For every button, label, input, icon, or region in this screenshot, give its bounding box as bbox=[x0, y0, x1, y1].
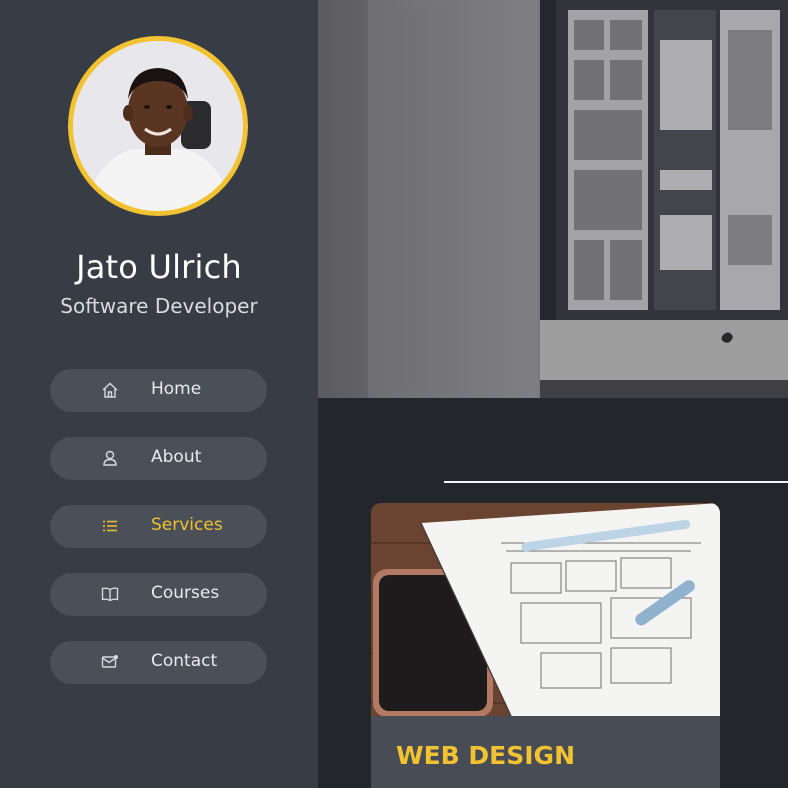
sidebar: Jato Ulrich Software Developer Home Abou… bbox=[0, 0, 318, 788]
main-nav: Home About Services Courses Contact bbox=[50, 369, 267, 709]
home-icon bbox=[101, 381, 119, 399]
nav-item-courses[interactable]: Courses bbox=[50, 573, 267, 616]
nav-item-home[interactable]: Home bbox=[50, 369, 267, 412]
nav-label-contact: Contact bbox=[151, 651, 218, 671]
service-card-title: WEB DESIGN bbox=[396, 741, 575, 770]
profile-role: Software Developer bbox=[60, 294, 258, 318]
nav-item-services[interactable]: Services bbox=[50, 505, 267, 548]
hero-image bbox=[318, 0, 788, 398]
section-divider bbox=[444, 481, 788, 483]
book-icon bbox=[101, 585, 119, 603]
avatar bbox=[73, 41, 243, 211]
service-card-image bbox=[371, 503, 720, 716]
avatar-frame bbox=[68, 36, 248, 216]
profile-name: Jato Ulrich bbox=[76, 248, 242, 286]
nav-label-courses: Courses bbox=[151, 583, 220, 603]
nav-label-about: About bbox=[151, 447, 202, 467]
list-icon bbox=[101, 517, 119, 535]
service-card-web-design[interactable]: WEB DESIGN bbox=[371, 503, 720, 788]
nav-label-services: Services bbox=[151, 515, 223, 535]
mail-icon bbox=[101, 653, 119, 671]
nav-item-about[interactable]: About bbox=[50, 437, 267, 480]
user-icon bbox=[101, 449, 119, 467]
nav-label-home: Home bbox=[151, 379, 202, 399]
nav-item-contact[interactable]: Contact bbox=[50, 641, 267, 684]
